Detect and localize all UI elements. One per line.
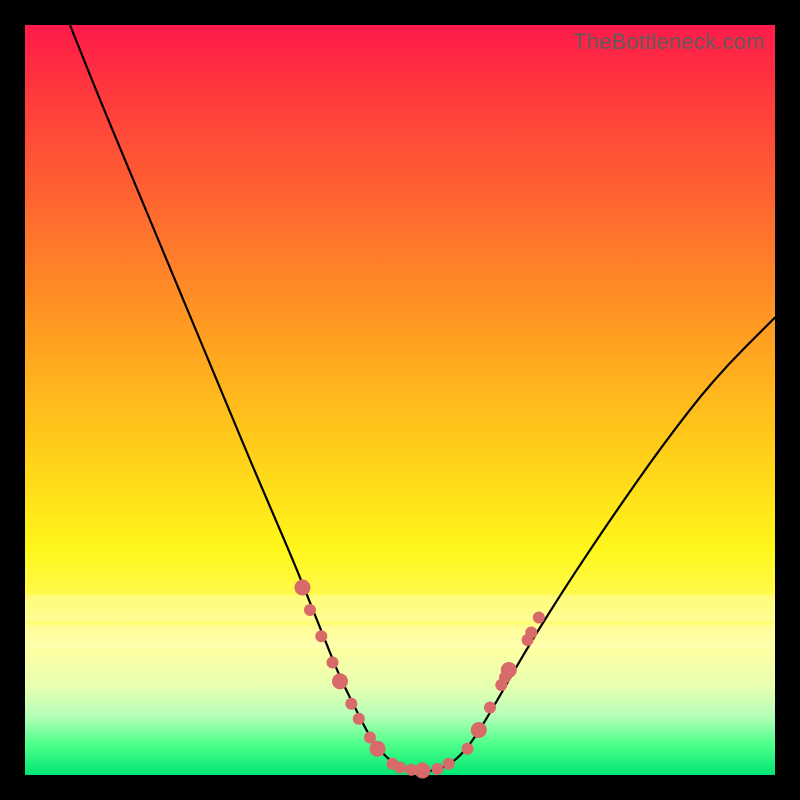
curve-marker xyxy=(471,722,487,738)
curve-marker xyxy=(315,630,327,642)
curve-marker xyxy=(332,673,348,689)
chart-plot-area: TheBottleneck.com xyxy=(25,25,775,775)
curve-markers xyxy=(295,580,545,779)
curve-marker xyxy=(304,604,316,616)
curve-marker xyxy=(327,657,339,669)
curve-marker xyxy=(533,612,545,624)
curve-marker xyxy=(370,741,386,757)
bottleneck-curve xyxy=(70,25,775,771)
curve-marker xyxy=(443,758,455,770)
curve-marker xyxy=(415,763,431,779)
curve-marker xyxy=(394,762,406,774)
curve-marker xyxy=(484,702,496,714)
curve-marker xyxy=(345,698,357,710)
curve-marker xyxy=(501,662,517,678)
chart-frame: TheBottleneck.com xyxy=(0,0,800,800)
curve-marker xyxy=(432,763,444,775)
curve-marker xyxy=(462,743,474,755)
curve-marker xyxy=(295,580,311,596)
curve-marker xyxy=(525,627,537,639)
chart-svg xyxy=(25,25,775,775)
curve-marker xyxy=(353,713,365,725)
